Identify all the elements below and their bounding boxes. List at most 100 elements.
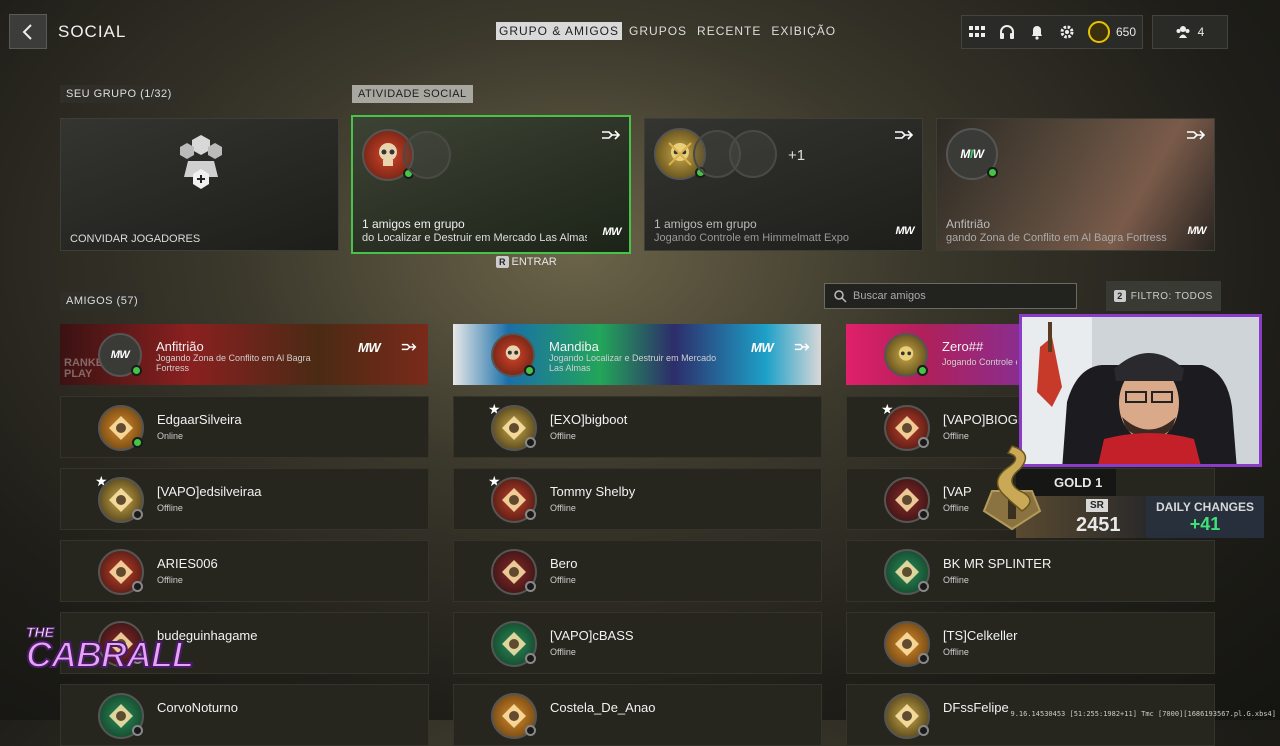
social-activity-card[interactable]: 1 amigos em grupo do Localizar e Destrui… [351, 115, 631, 254]
activity-line1: 1 amigos em grupo [362, 217, 465, 231]
join-arrow-icon[interactable] [601, 129, 621, 141]
tab-bar: GRUPO & AMIGOS GRUPOS RECENTE EXIBIÇÃO [496, 22, 839, 40]
online-indicator [131, 365, 142, 376]
empty-slot [729, 130, 777, 178]
online-indicator [524, 365, 535, 376]
offline-indicator [918, 581, 929, 592]
activity-line2: Jogando Controle em Himmelmatt Expo [654, 232, 850, 244]
player-emblem-icon [895, 560, 919, 584]
join-arrow-icon[interactable] [794, 342, 810, 352]
featured-friend-card[interactable]: Mandiba Jogando Localizar e Destruir em … [453, 324, 821, 385]
filter-button[interactable]: 2 FILTRO: TODOS [1106, 281, 1221, 311]
friend-status: Offline [157, 575, 183, 585]
featured-friend-card[interactable]: Zero## Jogando Controle e [846, 324, 1020, 385]
tab-grupos[interactable]: GRUPOS [626, 22, 690, 40]
join-arrow-icon[interactable] [1186, 129, 1206, 141]
player-emblem-icon [895, 632, 919, 656]
friend-card[interactable]: [TS]Celkeller Offline [846, 612, 1215, 674]
friend-status: Offline [550, 503, 576, 513]
offline-indicator [132, 509, 143, 520]
friend-card[interactable]: ★ Tommy Shelby Offline [453, 468, 822, 530]
filter-label: FILTRO: TODOS [1130, 290, 1213, 302]
join-arrow-icon[interactable] [401, 342, 417, 352]
offline-indicator [525, 653, 536, 664]
player-emblem-icon [502, 560, 526, 584]
friends-section-label: AMIGOS (57) [60, 292, 145, 310]
offline-indicator [132, 725, 143, 736]
offline-indicator [918, 653, 929, 664]
featured-friend-card[interactable]: RANKED PLAY MW Anfitrião Jogando Zona de… [60, 324, 428, 385]
activity-line2: do Localizar e Destruir em Mercado Las A… [362, 232, 587, 244]
friend-card[interactable]: Costela_De_Anao [453, 684, 822, 746]
cod-points-icon [1088, 21, 1110, 43]
friend-name: DFssFelipe [943, 700, 1009, 715]
player-emblem-icon [895, 704, 919, 728]
friend-name: [EXO]bigboot [550, 412, 628, 427]
activity-line1: 1 amigos em grupo [654, 217, 757, 231]
party-members-icon [1176, 26, 1190, 38]
rank-overlay: GOLD 1 SR 2451 DAILY CHANGES +41 [962, 445, 1264, 539]
party-button[interactable]: 4 [1152, 15, 1228, 49]
cod-points-value: 650 [1116, 25, 1137, 39]
bell-icon[interactable] [1028, 23, 1046, 41]
player-emblem-icon [502, 416, 526, 440]
mw-logo: MW [358, 340, 381, 355]
friend-activity: Jogando Zona de Conflito em Al Bagra For… [156, 353, 311, 373]
friend-status: Offline [550, 647, 576, 657]
search-input[interactable]: Buscar amigos [824, 283, 1077, 309]
friend-card[interactable]: EdgaarSilveira Online [60, 396, 429, 458]
mw-logo: MW [1187, 225, 1206, 237]
chevron-left-icon [22, 23, 32, 40]
player-emblem-icon [895, 488, 919, 512]
friend-card[interactable]: ★ [VAPO]edsilveiraa Offline [60, 468, 429, 530]
search-placeholder: Buscar amigos [853, 290, 926, 302]
gold-skull-emblem-icon [668, 142, 692, 166]
skull-emblem-icon [379, 143, 397, 166]
headset-icon[interactable] [998, 23, 1016, 41]
friend-card[interactable]: [VAPO]cBASS Offline [453, 612, 822, 674]
friend-name: EdgaarSilveira [157, 412, 242, 427]
friend-status: Offline [550, 431, 576, 441]
tab-grupo-amigos[interactable]: GRUPO & AMIGOS [496, 22, 623, 40]
invite-label: CONVIDAR JOGADORES [70, 233, 201, 245]
sr-label: SR [1086, 499, 1108, 512]
page-title: SOCIAL [58, 22, 127, 41]
streamer-brand: THE CABRALL [25, 624, 195, 677]
activity-line2: gando Zona de Conflito em Al Bagra Fortr… [946, 232, 1167, 244]
join-prompt[interactable]: R ENTRAR [496, 256, 557, 268]
player-emblem-icon [502, 704, 526, 728]
friend-card[interactable]: ARIES006 Offline [60, 540, 429, 602]
key-2: 2 [1114, 290, 1126, 302]
party-count: 4 [1197, 25, 1205, 39]
sr-value: 2451 [1076, 514, 1121, 536]
skull-emblem-icon [505, 345, 521, 360]
join-arrow-icon[interactable] [894, 129, 914, 141]
invite-players-card[interactable]: CONVIDAR JOGADORES [60, 118, 339, 251]
tab-recente[interactable]: RECENTE [694, 22, 764, 40]
offline-indicator [525, 725, 536, 736]
tab-exibicao[interactable]: EXIBIÇÃO [768, 22, 839, 40]
more-count: +1 [788, 147, 806, 164]
empty-slot [403, 131, 451, 179]
mw-logo: MW [602, 226, 621, 238]
group-section-label: SEU GRUPO (1/32) [60, 85, 178, 103]
social-activity-card[interactable]: MIW Anfitrião gando Zona de Conflito em … [936, 118, 1215, 251]
friend-name: [VAPO]edsilveiraa [157, 484, 262, 499]
social-activity-card[interactable]: +1 1 amigos em grupo Jogando Controle em… [644, 118, 923, 251]
friend-name: Costela_De_Anao [550, 700, 656, 715]
grid-menu-icon[interactable] [968, 23, 986, 41]
friend-card[interactable]: CorvoNoturno [60, 684, 429, 746]
online-indicator [917, 365, 928, 376]
offline-indicator [918, 509, 929, 520]
offline-indicator [918, 437, 929, 448]
back-button[interactable] [9, 14, 47, 49]
offline-indicator [918, 725, 929, 736]
player-emblem-icon [502, 632, 526, 656]
friend-card[interactable]: BK MR SPLINTER Offline [846, 540, 1215, 602]
gear-icon[interactable] [1058, 23, 1076, 41]
friend-activity: Jogando Controle e [942, 357, 1017, 367]
search-icon [834, 289, 847, 303]
friend-card[interactable]: ★ [EXO]bigboot Offline [453, 396, 822, 458]
friend-card[interactable]: Bero Offline [453, 540, 822, 602]
daily-changes-panel: DAILY CHANGES +41 [1146, 496, 1264, 538]
